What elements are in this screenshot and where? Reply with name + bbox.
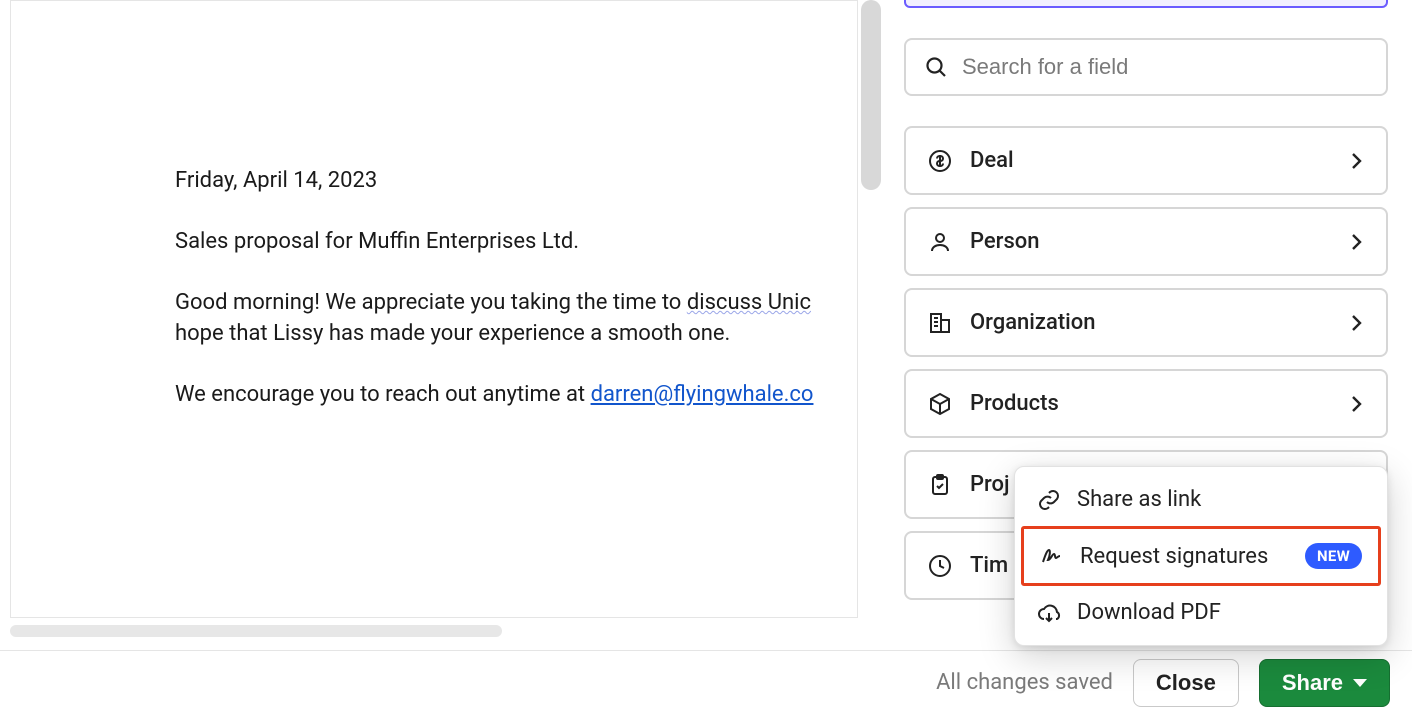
vertical-scrollbar[interactable]: [861, 0, 881, 618]
doc-text: We encourage you to reach out anytime at: [175, 382, 591, 407]
field-label: Tim: [970, 553, 1008, 578]
clock-icon: [928, 554, 952, 578]
banner: [904, 0, 1388, 8]
download-cloud-icon: [1037, 601, 1061, 625]
share-button-label: Share: [1282, 670, 1343, 696]
search-input[interactable]: [962, 54, 1368, 80]
menu-share-as-link[interactable]: Share as link: [1015, 473, 1387, 526]
field-deal[interactable]: Deal: [904, 126, 1388, 195]
field-label: Organization: [970, 310, 1096, 335]
box-icon: [928, 392, 952, 416]
doc-text: hope that Lissy has made your experience…: [175, 321, 730, 346]
field-label: Proj: [970, 472, 1010, 497]
close-button[interactable]: Close: [1133, 659, 1239, 707]
vertical-scroll-thumb[interactable]: [861, 0, 881, 190]
search-icon: [924, 55, 948, 79]
field-person[interactable]: Person: [904, 207, 1388, 276]
save-status: All changes saved: [936, 670, 1113, 695]
horizontal-scrollbar[interactable]: [10, 625, 858, 637]
dollar-icon: [928, 149, 952, 173]
menu-request-signatures[interactable]: Request signatures NEW: [1021, 526, 1381, 586]
horizontal-scroll-thumb[interactable]: [10, 625, 502, 637]
doc-text: Good morning! We appreciate you taking t…: [175, 290, 687, 315]
share-button[interactable]: Share: [1259, 659, 1390, 707]
field-label: Products: [970, 391, 1059, 416]
doc-paragraph-1: Good morning! We appreciate you taking t…: [175, 287, 857, 349]
share-menu: Share as link Request signatures NEW Dow…: [1014, 466, 1388, 646]
new-badge: NEW: [1305, 543, 1362, 569]
chevron-right-icon: [1344, 311, 1368, 335]
menu-label: Download PDF: [1077, 600, 1221, 625]
document-panel: Friday, April 14, 2023 Sales proposal fo…: [0, 0, 895, 648]
link-icon: [1037, 488, 1061, 512]
field-products[interactable]: Products: [904, 369, 1388, 438]
search-field[interactable]: [904, 38, 1388, 96]
menu-label: Request signatures: [1080, 544, 1268, 569]
chevron-right-icon: [1344, 392, 1368, 416]
field-organization[interactable]: Organization: [904, 288, 1388, 357]
doc-paragraph-2: We encourage you to reach out anytime at…: [175, 379, 857, 410]
chevron-right-icon: [1344, 230, 1368, 254]
menu-download-pdf[interactable]: Download PDF: [1015, 586, 1387, 639]
chevron-right-icon: [1344, 149, 1368, 173]
clipboard-check-icon: [928, 473, 952, 497]
footer-bar: All changes saved Close Share: [0, 650, 1412, 714]
doc-date: Friday, April 14, 2023: [175, 165, 857, 196]
document-content: Friday, April 14, 2023 Sales proposal fo…: [11, 1, 857, 410]
field-label: Deal: [970, 148, 1014, 173]
building-icon: [928, 311, 952, 335]
person-icon: [928, 230, 952, 254]
doc-spellcheck-word[interactable]: discuss Unic: [687, 290, 811, 315]
caret-down-icon: [1353, 678, 1367, 688]
signature-icon: [1040, 544, 1064, 568]
menu-label: Share as link: [1077, 487, 1201, 512]
field-label: Person: [970, 229, 1040, 254]
doc-email-link[interactable]: darren@flyingwhale.co: [591, 382, 814, 407]
doc-title: Sales proposal for Muffin Enterprises Lt…: [175, 226, 857, 257]
document-canvas[interactable]: Friday, April 14, 2023 Sales proposal fo…: [10, 0, 858, 618]
